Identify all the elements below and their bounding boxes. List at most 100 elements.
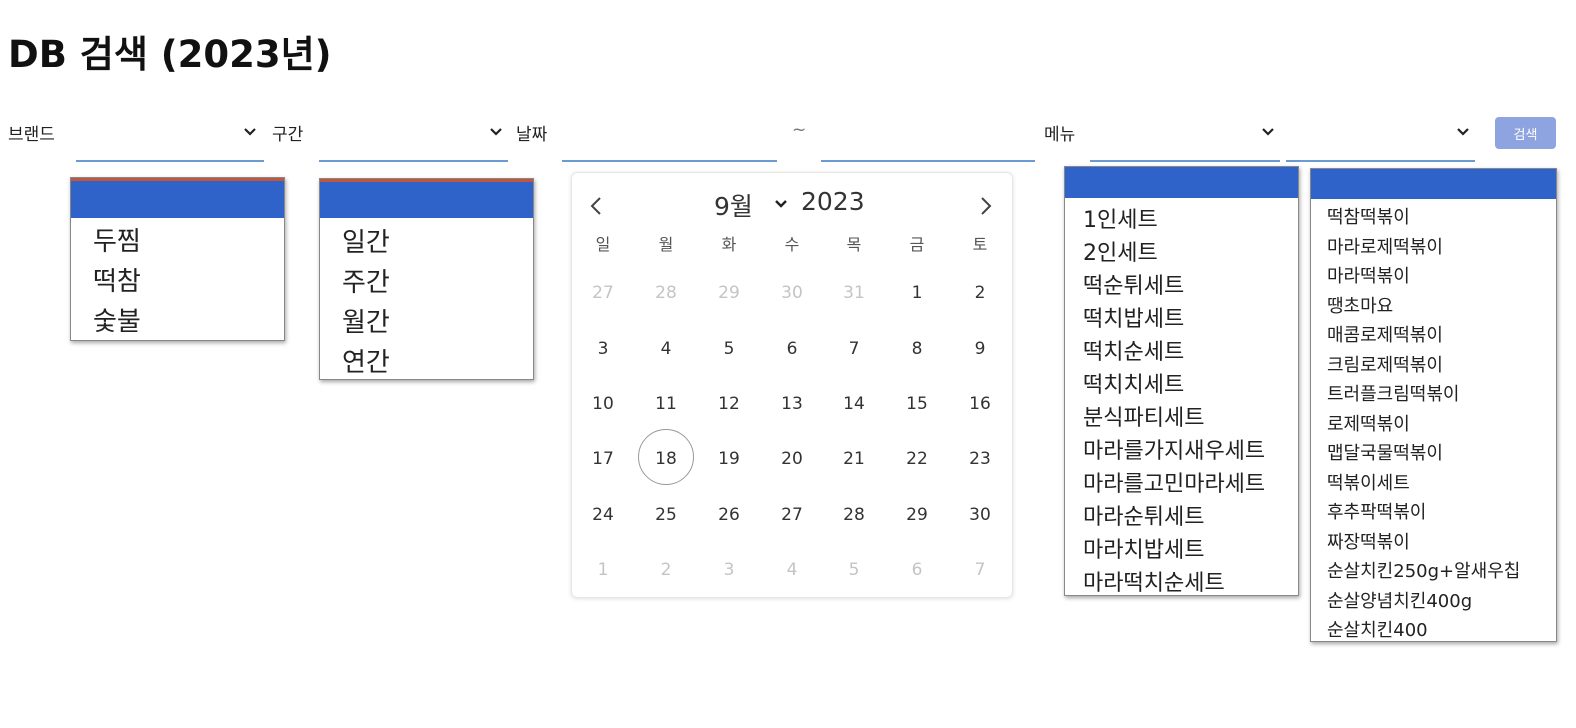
calendar-day[interactable]: 3 [709,560,749,580]
dropdown-option[interactable]: 월간 [342,302,390,339]
chevron-down-icon[interactable] [486,122,506,142]
calendar-day[interactable]: 30 [772,283,812,303]
calendar-day[interactable]: 29 [709,283,749,303]
start-date-input[interactable] [562,112,777,162]
dropdown-option[interactable]: 맵달국물떡볶이 [1327,439,1443,465]
dropdown-option[interactable]: 후추팍떡볶이 [1327,498,1426,524]
calendar-day[interactable]: 27 [583,283,623,303]
chevron-right-icon[interactable] [976,195,996,217]
dropdown-option[interactable]: 트러플크림떡볶이 [1327,380,1459,406]
brand-select[interactable] [76,112,264,162]
dropdown-option[interactable]: 마라치밥세트 [1083,532,1204,564]
calendar-day[interactable]: 12 [709,394,749,414]
dropdown-option[interactable]: 떡참 [93,261,141,298]
dropdown-option[interactable]: 마라떡치순세트 [1083,565,1225,597]
calendar-day[interactable]: 26 [709,505,749,525]
calendar-day[interactable]: 11 [646,394,686,414]
calendar-day[interactable]: 23 [960,449,1000,469]
menu-item-dropdown: 떡참떡볶이 마라로제떡볶이 마라떡볶이 땡초마요 매콤로제떡볶이 크림로제떡볶이… [1310,168,1557,642]
dropdown-option-empty-selected[interactable] [320,182,533,218]
dropdown-option[interactable]: 떡치밥세트 [1083,301,1184,333]
calendar-day[interactable]: 31 [834,283,874,303]
calendar-day[interactable]: 20 [772,449,812,469]
calendar-day[interactable]: 13 [772,394,812,414]
dropdown-option[interactable]: 매콤로제떡볶이 [1327,321,1443,347]
calendar-day[interactable]: 21 [834,449,874,469]
menu-set-select[interactable] [1090,112,1280,162]
menu-item-select[interactable] [1286,112,1475,162]
dropdown-option[interactable]: 마라순튀세트 [1083,499,1204,531]
dropdown-option[interactable]: 주간 [342,262,390,299]
calendar-day[interactable]: 22 [897,449,937,469]
calendar-day[interactable]: 7 [960,560,1000,580]
dropdown-option[interactable]: 마라를고민마라세트 [1083,466,1265,498]
dropdown-option[interactable]: 마라떡볶이 [1327,262,1410,288]
calendar-year[interactable]: 2023 [801,187,865,216]
dropdown-option[interactable]: 연간 [342,342,390,379]
end-date-input[interactable] [821,112,1035,162]
calendar-day[interactable]: 14 [834,394,874,414]
calendar-day[interactable]: 29 [897,505,937,525]
chevron-down-icon[interactable] [1258,122,1278,142]
calendar-day[interactable]: 15 [897,394,937,414]
dropdown-option[interactable]: 분식파티세트 [1083,400,1204,432]
calendar-day[interactable]: 4 [772,560,812,580]
chevron-left-icon[interactable] [586,195,606,217]
calendar-day[interactable]: 30 [960,505,1000,525]
calendar-day[interactable]: 1 [897,283,937,303]
calendar-day[interactable]: 9 [960,339,1000,359]
date-picker-calendar: 9월 2023 일 월 화 수 목 금 토 27 28 29 30 31 1 2… [571,172,1013,598]
calendar-day[interactable]: 17 [583,449,623,469]
dropdown-option[interactable]: 떡참떡볶이 [1327,203,1410,229]
dropdown-option[interactable]: 크림로제떡볶이 [1327,351,1443,377]
dropdown-option[interactable]: 마라로제떡볶이 [1327,233,1443,259]
dropdown-option[interactable]: 짜장떡볶이 [1327,528,1410,554]
dropdown-option[interactable]: 일간 [342,222,390,259]
dropdown-option[interactable]: 두찜 [93,221,141,258]
calendar-day[interactable]: 2 [960,283,1000,303]
calendar-day[interactable]: 2 [646,560,686,580]
dropdown-option[interactable]: 2인세트 [1083,235,1158,267]
calendar-month-select[interactable]: 9월 [714,187,753,223]
calendar-day-today[interactable]: 18 [646,449,686,469]
chevron-down-icon[interactable] [1453,122,1473,142]
dropdown-option[interactable]: 순살치킨400 [1327,616,1428,642]
period-dropdown: 일간 주간 월간 연간 [319,178,534,380]
dropdown-option[interactable]: 떡치순세트 [1083,334,1184,366]
menu-set-dropdown: 1인세트 2인세트 떡순튀세트 떡치밥세트 떡치순세트 떡치치세트 분식파티세트… [1064,166,1299,596]
calendar-day[interactable]: 5 [834,560,874,580]
calendar-day[interactable]: 25 [646,505,686,525]
dropdown-option[interactable]: 땡초마요 [1327,292,1393,318]
calendar-day[interactable]: 6 [772,339,812,359]
calendar-day[interactable]: 1 [583,560,623,580]
dropdown-option-empty-selected[interactable] [1311,169,1556,199]
chevron-down-icon[interactable] [240,122,260,142]
calendar-day[interactable]: 10 [583,394,623,414]
calendar-day[interactable]: 28 [646,283,686,303]
dropdown-option[interactable]: 1인세트 [1083,202,1158,234]
calendar-day[interactable]: 27 [772,505,812,525]
calendar-day[interactable]: 28 [834,505,874,525]
dropdown-option[interactable]: 순살양념치킨400g [1327,587,1472,613]
chevron-down-icon[interactable] [772,195,790,213]
period-select[interactable] [319,112,508,162]
calendar-day[interactable]: 24 [583,505,623,525]
dropdown-option-empty-selected[interactable] [71,181,284,218]
search-button[interactable]: 검색 [1495,117,1556,149]
calendar-day[interactable]: 5 [709,339,749,359]
dropdown-option[interactable]: 숯불 [93,301,141,338]
calendar-day[interactable]: 16 [960,394,1000,414]
calendar-day[interactable]: 3 [583,339,623,359]
dropdown-option[interactable]: 떡순튀세트 [1083,268,1184,300]
dropdown-option[interactable]: 떡볶이세트 [1327,469,1410,495]
dropdown-option[interactable]: 떡치치세트 [1083,367,1184,399]
dropdown-option[interactable]: 순살치킨250g+알새우칩 [1327,557,1520,583]
calendar-day[interactable]: 8 [897,339,937,359]
calendar-day[interactable]: 7 [834,339,874,359]
calendar-day[interactable]: 6 [897,560,937,580]
calendar-day[interactable]: 4 [646,339,686,359]
dropdown-option[interactable]: 로제떡볶이 [1327,410,1410,436]
calendar-day[interactable]: 19 [709,449,749,469]
dropdown-option[interactable]: 마라를가지새우세트 [1083,433,1265,465]
dropdown-option-empty-selected[interactable] [1065,167,1298,198]
